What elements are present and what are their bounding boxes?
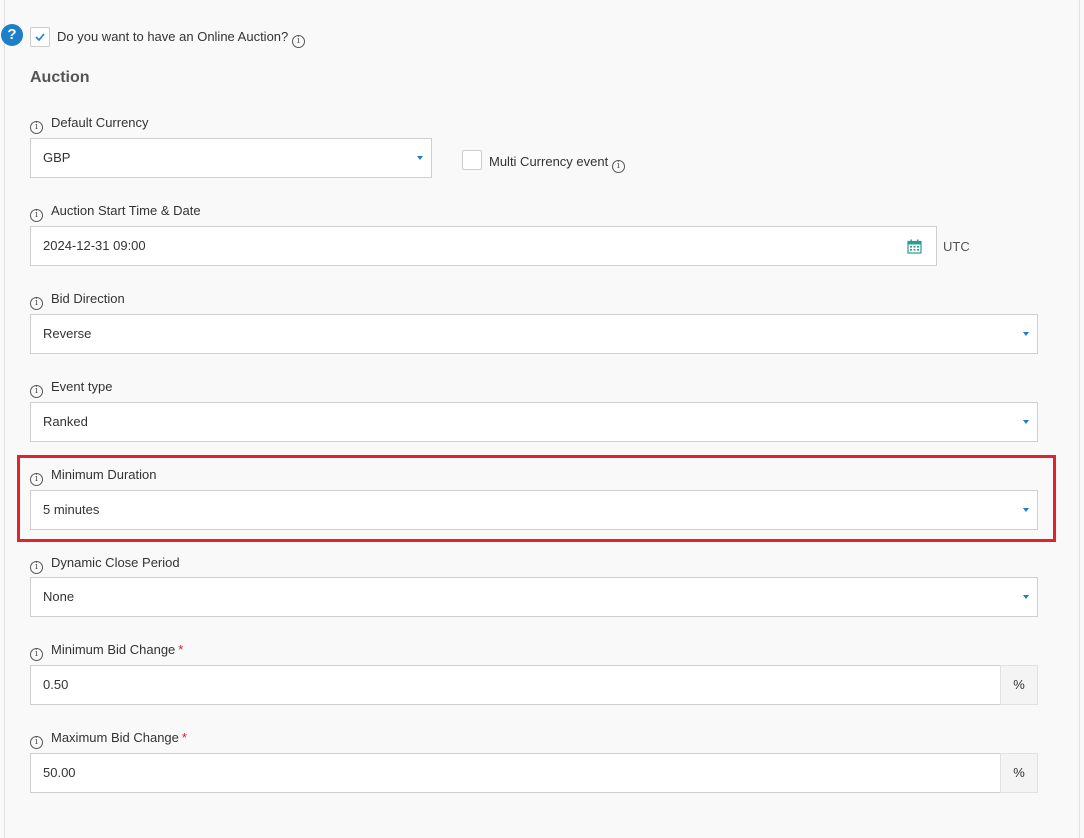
info-icon[interactable]: i [30,385,43,398]
minimum-bid-change-input[interactable]: 0.50 [30,665,1001,705]
event-type-select[interactable]: Ranked [30,402,1038,442]
start-time-input[interactable]: 2024-12-31 09:00 [30,226,937,266]
maximum-bid-change-label-text: Maximum Bid Change [51,730,179,745]
maximum-bid-change-value: 50.00 [43,765,76,780]
dynamic-close-label: i Dynamic Close Period [30,555,180,574]
dynamic-close-label-text: Dynamic Close Period [51,555,180,570]
bid-direction-label-text: Bid Direction [51,291,125,306]
maximum-bid-change-label: i Maximum Bid Change * [30,730,187,749]
dynamic-close-value: None [43,589,75,604]
info-icon[interactable]: i [30,209,43,222]
info-icon[interactable]: i [611,160,625,173]
info-icon[interactable]: i [30,297,43,310]
online-auction-checkbox[interactable] [30,27,50,47]
timezone-label: UTC [943,239,970,254]
default-currency-value: GBP [43,150,71,165]
right-divider [1079,0,1080,838]
multi-currency-checkbox[interactable] [462,150,482,170]
minimum-duration-select[interactable]: 5 minutes [30,490,1038,530]
default-currency-label: i Default Currency [30,115,149,134]
chevron-down-icon [417,156,423,160]
online-auction-label: Do you want to have an Online Auction? i [57,29,305,48]
minimum-bid-change-label: i Minimum Bid Change * [30,642,183,661]
default-currency-select[interactable]: GBP [30,138,432,178]
minimum-duration-label-text: Minimum Duration [51,467,157,482]
chevron-down-icon [1023,595,1029,599]
info-icon[interactable]: i [30,648,43,661]
start-time-label: i Auction Start Time & Date [30,203,201,222]
percent-addon: % [1000,753,1038,793]
multi-currency-label: Multi Currency event i [489,154,625,173]
maximum-bid-change-input[interactable]: 50.00 [30,753,1001,793]
dynamic-close-select[interactable]: None [30,577,1038,617]
default-currency-label-text: Default Currency [51,115,149,130]
event-type-value: Ranked [43,414,88,429]
bid-direction-value: Reverse [43,326,92,341]
multi-currency-label-text: Multi Currency event [489,154,609,169]
minimum-bid-change-label-text: Minimum Bid Change [51,642,176,657]
bid-direction-select[interactable]: Reverse [30,314,1038,354]
info-icon[interactable]: i [30,561,43,574]
required-marker: * [178,642,184,657]
minimum-duration-label: i Minimum Duration [30,467,156,486]
required-marker: * [181,730,187,745]
calendar-icon[interactable] [907,239,922,254]
percent-addon: % [1000,665,1038,705]
event-type-label-text: Event type [51,379,113,394]
event-type-label: i Event type [30,379,112,398]
info-icon[interactable]: i [30,121,43,134]
help-icon[interactable]: ? [1,24,23,46]
minimum-duration-value: 5 minutes [43,502,100,517]
section-title: Auction [30,69,90,86]
left-divider [4,0,5,838]
online-auction-question: Do you want to have an Online Auction? [57,29,289,44]
minimum-bid-change-value: 0.50 [43,677,69,692]
chevron-down-icon [1023,332,1029,336]
bid-direction-label: i Bid Direction [30,291,125,310]
info-icon[interactable]: i [30,473,43,486]
checkmark-icon [35,33,45,41]
info-icon[interactable]: i [291,35,305,48]
start-time-label-text: Auction Start Time & Date [51,203,201,218]
start-time-value: 2024-12-31 09:00 [43,238,146,253]
info-icon[interactable]: i [30,736,43,749]
chevron-down-icon [1023,508,1029,512]
chevron-down-icon [1023,420,1029,424]
